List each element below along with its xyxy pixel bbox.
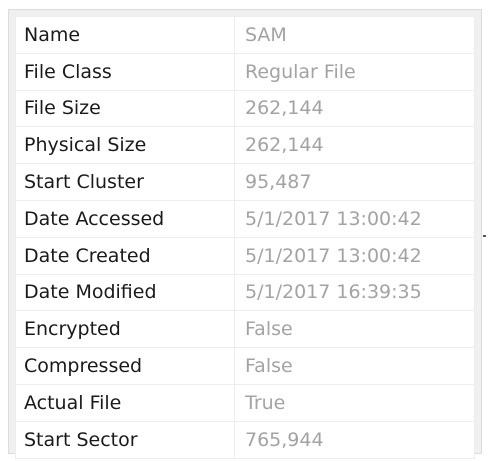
- property-key: File Class: [15, 52, 235, 91]
- property-row-physical-size[interactable]: Physical Size 262,144: [15, 126, 475, 165]
- panel-edge-marker: [483, 235, 486, 237]
- property-row-name[interactable]: Name SAM: [15, 16, 475, 54]
- property-key: Start Cluster: [15, 163, 235, 201]
- property-value: 5/1/2017 13:00:42: [234, 199, 475, 238]
- property-key: Start Sector: [15, 420, 235, 459]
- property-value: 262,144: [234, 89, 475, 128]
- property-value: 5/1/2017 16:39:35: [234, 273, 475, 312]
- property-key: Date Accessed: [15, 199, 235, 238]
- property-key: File Size: [15, 89, 235, 128]
- property-value: True: [234, 383, 475, 422]
- property-key: Date Created: [15, 236, 235, 275]
- properties-table: Name SAM File Class Regular File File Si…: [15, 16, 475, 459]
- property-row-encrypted[interactable]: Encrypted False: [15, 310, 475, 349]
- property-row-file-class[interactable]: File Class Regular File: [15, 52, 475, 91]
- property-row-date-modified[interactable]: Date Modified 5/1/2017 16:39:35: [15, 273, 475, 312]
- property-row-compressed[interactable]: Compressed False: [15, 347, 475, 385]
- property-value: SAM: [234, 16, 475, 54]
- property-row-start-cluster[interactable]: Start Cluster 95,487: [15, 163, 475, 201]
- properties-panel: Name SAM File Class Regular File File Si…: [8, 9, 482, 459]
- property-row-actual-file[interactable]: Actual File True: [15, 383, 475, 422]
- property-value: 262,144: [234, 126, 475, 165]
- property-key: Name: [15, 16, 235, 54]
- property-row-start-sector[interactable]: Start Sector 765,944: [15, 420, 475, 459]
- property-key: Compressed: [15, 347, 235, 385]
- property-value: False: [234, 310, 475, 349]
- property-row-date-accessed[interactable]: Date Accessed 5/1/2017 13:00:42: [15, 199, 475, 238]
- property-key: Encrypted: [15, 310, 235, 349]
- property-value: 95,487: [234, 163, 475, 201]
- property-row-date-created[interactable]: Date Created 5/1/2017 13:00:42: [15, 236, 475, 275]
- property-row-file-size[interactable]: File Size 262,144: [15, 89, 475, 128]
- property-key: Actual File: [15, 383, 235, 422]
- property-key: Physical Size: [15, 126, 235, 165]
- property-value: 765,944: [234, 420, 475, 459]
- property-value: 5/1/2017 13:00:42: [234, 236, 475, 275]
- property-key: Date Modified: [15, 273, 235, 312]
- property-value: Regular File: [234, 52, 475, 91]
- property-value: False: [234, 347, 475, 385]
